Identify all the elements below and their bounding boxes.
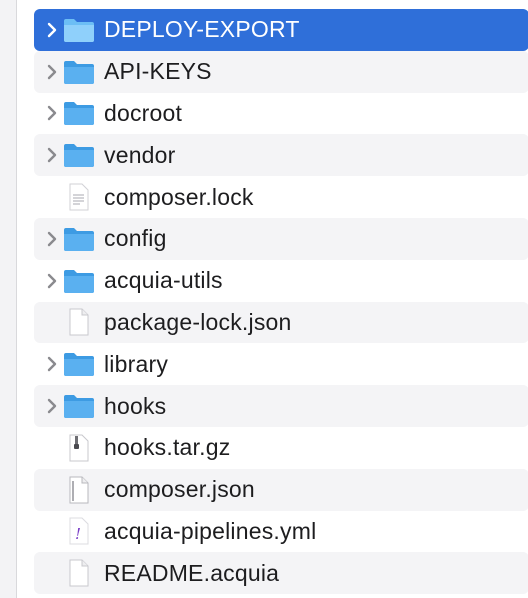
item-label: library xyxy=(104,350,169,377)
blank-file-icon xyxy=(62,552,96,594)
chevron-right-icon[interactable] xyxy=(34,51,62,93)
item-label: hooks.tar.gz xyxy=(104,434,231,461)
text-file-icon xyxy=(62,176,96,218)
list-item-composer-lock[interactable]: composer.lock xyxy=(34,176,528,218)
chevron-right-icon[interactable] xyxy=(34,93,62,135)
item-label: vendor xyxy=(104,141,176,168)
folder-icon xyxy=(62,93,96,135)
folder-icon xyxy=(62,218,96,260)
item-label: API-KEYS xyxy=(104,58,212,85)
file-list: DEPLOY-EXPORT API-KEYS docroot vendor co… xyxy=(34,9,528,595)
folder-icon xyxy=(62,260,96,302)
chevron-spacer xyxy=(34,552,62,594)
chevron-right-icon[interactable] xyxy=(34,260,62,302)
list-item-deploy-export[interactable]: DEPLOY-EXPORT xyxy=(34,9,528,51)
folder-icon xyxy=(62,51,96,93)
list-item-api-keys[interactable]: API-KEYS xyxy=(34,50,528,93)
chevron-spacer xyxy=(34,469,62,511)
yaml-file-icon: ! xyxy=(62,511,96,553)
list-item-acquia-utils[interactable]: acquia-utils xyxy=(34,260,528,302)
chevron-spacer xyxy=(34,427,62,469)
chevron-spacer xyxy=(34,176,62,218)
chevron-right-icon[interactable] xyxy=(34,9,62,51)
chevron-right-icon[interactable] xyxy=(34,218,62,260)
item-label: README.acquia xyxy=(104,559,280,586)
list-item-docroot[interactable]: docroot xyxy=(34,93,528,135)
chevron-right-icon[interactable] xyxy=(34,343,62,385)
item-label: composer.lock xyxy=(104,183,254,210)
item-label: config xyxy=(104,225,167,252)
list-item-vendor[interactable]: vendor xyxy=(34,134,528,177)
list-item-readme-acquia[interactable]: README.acquia xyxy=(34,552,528,595)
list-item-composer-json[interactable]: composer.json xyxy=(34,468,528,511)
list-item-acquia-pipelines-yml[interactable]: ! acquia-pipelines.yml xyxy=(34,511,528,553)
chevron-spacer xyxy=(34,302,62,344)
finder-window: DEPLOY-EXPORT API-KEYS docroot vendor co… xyxy=(16,0,528,598)
chevron-right-icon[interactable] xyxy=(34,134,62,176)
json-file-icon xyxy=(62,469,96,511)
list-item-hooks-tar-gz[interactable]: hooks.tar.gz xyxy=(34,427,528,469)
folder-icon xyxy=(62,9,96,51)
item-label: DEPLOY-EXPORT xyxy=(104,16,300,43)
blank-file-icon xyxy=(62,302,96,344)
item-label: docroot xyxy=(104,99,183,126)
list-item-config[interactable]: config xyxy=(34,217,528,260)
archive-file-icon xyxy=(62,427,96,469)
item-label: composer.json xyxy=(104,476,255,503)
folder-icon xyxy=(62,134,96,176)
item-label: package-lock.json xyxy=(104,308,292,335)
svg-text:!: ! xyxy=(75,525,81,543)
folder-icon xyxy=(62,385,96,427)
chevron-right-icon[interactable] xyxy=(34,385,62,427)
item-label: acquia-utils xyxy=(104,267,223,294)
item-label: hooks xyxy=(104,392,167,419)
folder-icon xyxy=(62,343,96,385)
item-label: acquia-pipelines.yml xyxy=(104,517,317,544)
list-item-library[interactable]: library xyxy=(34,343,528,385)
chevron-spacer xyxy=(34,511,62,553)
list-item-package-lock-json[interactable]: package-lock.json xyxy=(34,301,528,344)
list-item-hooks[interactable]: hooks xyxy=(34,385,528,427)
